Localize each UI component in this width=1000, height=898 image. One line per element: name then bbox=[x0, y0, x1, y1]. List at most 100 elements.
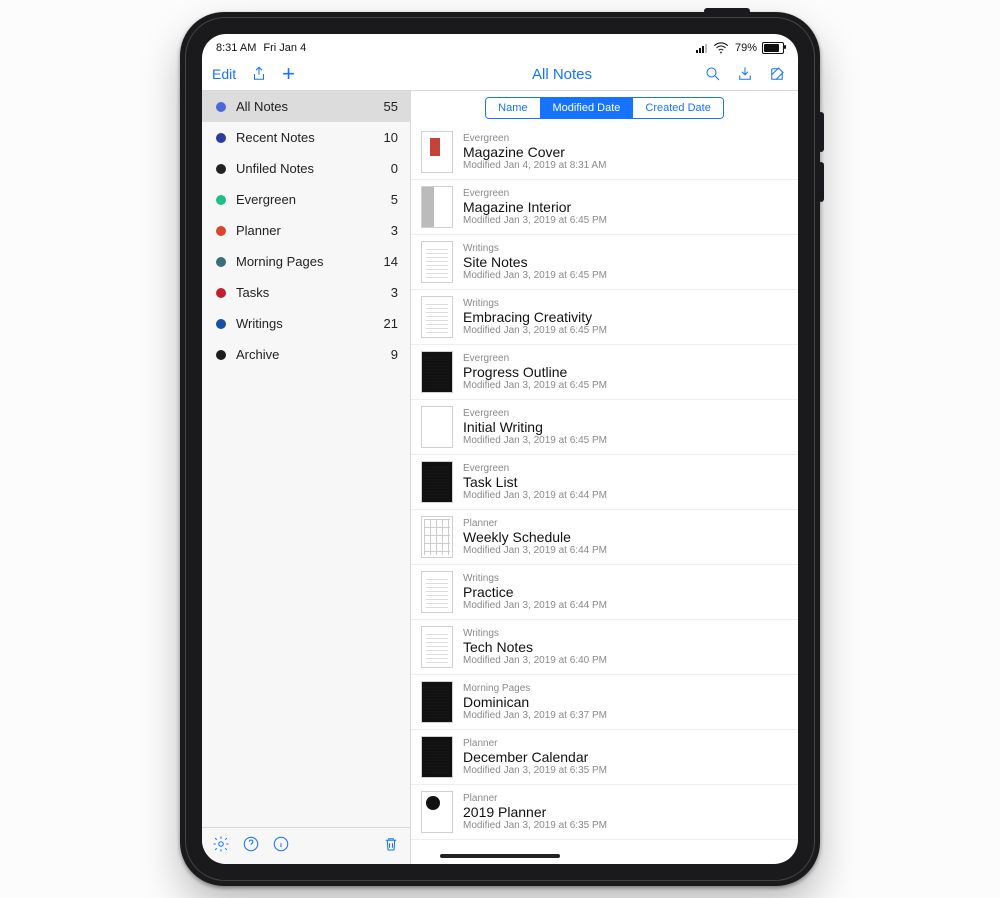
status-time: 8:31 AM bbox=[216, 42, 256, 54]
note-meta: WritingsSite NotesModified Jan 3, 2019 a… bbox=[463, 243, 607, 281]
note-meta: EvergreenMagazine InteriorModified Jan 3… bbox=[463, 188, 607, 226]
note-row[interactable]: EvergreenMagazine CoverModified Jan 4, 2… bbox=[411, 125, 798, 180]
help-icon[interactable] bbox=[242, 835, 260, 858]
sidebar-item[interactable]: Planner3 bbox=[202, 215, 410, 246]
note-title: Dominican bbox=[463, 694, 607, 710]
note-row[interactable]: EvergreenProgress OutlineModified Jan 3,… bbox=[411, 345, 798, 400]
note-thumbnail bbox=[421, 736, 453, 778]
note-meta: WritingsEmbracing CreativityModified Jan… bbox=[463, 298, 607, 336]
screen: 8:31 AM Fri Jan 4 79% Edit bbox=[202, 34, 798, 864]
note-row[interactable]: PlannerWeekly ScheduleModified Jan 3, 20… bbox=[411, 510, 798, 565]
category-dot-icon bbox=[216, 319, 226, 329]
sidebar-item-label: Planner bbox=[236, 223, 391, 238]
sidebar-item-count: 14 bbox=[384, 254, 398, 269]
sidebar-item[interactable]: Archive9 bbox=[202, 339, 410, 370]
note-meta: EvergreenTask ListModified Jan 3, 2019 a… bbox=[463, 463, 607, 501]
note-row[interactable]: WritingsEmbracing CreativityModified Jan… bbox=[411, 290, 798, 345]
sidebar-item-count: 5 bbox=[391, 192, 398, 207]
note-row[interactable]: Planner2019 PlannerModified Jan 3, 2019 … bbox=[411, 785, 798, 840]
sidebar-item[interactable]: Tasks3 bbox=[202, 277, 410, 308]
wifi-icon bbox=[712, 39, 730, 57]
sidebar-item[interactable]: All Notes55 bbox=[202, 91, 410, 122]
sort-by-created[interactable]: Created Date bbox=[632, 98, 722, 118]
info-icon[interactable] bbox=[272, 835, 290, 858]
note-title: Embracing Creativity bbox=[463, 309, 607, 325]
sort-by-modified[interactable]: Modified Date bbox=[540, 98, 633, 118]
note-row[interactable]: EvergreenInitial WritingModified Jan 3, … bbox=[411, 400, 798, 455]
note-category: Evergreen bbox=[463, 353, 607, 364]
note-thumbnail bbox=[421, 791, 453, 833]
category-list: All Notes55Recent Notes10Unfiled Notes0E… bbox=[202, 91, 410, 827]
battery-pct: 79% bbox=[735, 42, 757, 54]
note-modified: Modified Jan 4, 2019 at 8:31 AM bbox=[463, 160, 606, 171]
page-title: All Notes bbox=[420, 66, 704, 83]
note-category: Planner bbox=[463, 793, 607, 804]
cellular-icon bbox=[696, 44, 707, 53]
note-title: Site Notes bbox=[463, 254, 607, 270]
note-row[interactable]: EvergreenTask ListModified Jan 3, 2019 a… bbox=[411, 455, 798, 510]
category-dot-icon bbox=[216, 226, 226, 236]
sidebar-item-count: 3 bbox=[391, 285, 398, 300]
volume-down-button bbox=[818, 162, 824, 202]
note-title: Magazine Interior bbox=[463, 199, 607, 215]
sort-by-name[interactable]: Name bbox=[486, 98, 539, 118]
note-category: Writings bbox=[463, 628, 607, 639]
trash-icon[interactable] bbox=[382, 835, 400, 858]
sidebar-item[interactable]: Morning Pages14 bbox=[202, 246, 410, 277]
note-row[interactable]: EvergreenMagazine InteriorModified Jan 3… bbox=[411, 180, 798, 235]
note-modified: Modified Jan 3, 2019 at 6:45 PM bbox=[463, 215, 607, 226]
note-modified: Modified Jan 3, 2019 at 6:44 PM bbox=[463, 490, 607, 501]
note-category: Evergreen bbox=[463, 463, 607, 474]
note-title: Magazine Cover bbox=[463, 144, 606, 160]
category-dot-icon bbox=[216, 257, 226, 267]
note-thumbnail bbox=[421, 571, 453, 613]
sidebar-item-label: Writings bbox=[236, 316, 384, 331]
share-icon[interactable] bbox=[250, 65, 268, 83]
category-dot-icon bbox=[216, 195, 226, 205]
sidebar-item[interactable]: Evergreen5 bbox=[202, 184, 410, 215]
note-row[interactable]: PlannerDecember CalendarModified Jan 3, … bbox=[411, 730, 798, 785]
note-title: Initial Writing bbox=[463, 419, 607, 435]
note-title: Practice bbox=[463, 584, 607, 600]
note-row[interactable]: Morning PagesDominicanModified Jan 3, 20… bbox=[411, 675, 798, 730]
sidebar-item[interactable]: Writings21 bbox=[202, 308, 410, 339]
volume-up-button bbox=[818, 112, 824, 152]
note-category: Planner bbox=[463, 518, 607, 529]
note-row[interactable]: WritingsSite NotesModified Jan 3, 2019 a… bbox=[411, 235, 798, 290]
note-title: December Calendar bbox=[463, 749, 607, 765]
import-icon[interactable] bbox=[736, 65, 754, 83]
search-icon[interactable] bbox=[704, 65, 722, 83]
note-modified: Modified Jan 3, 2019 at 6:44 PM bbox=[463, 545, 607, 556]
note-modified: Modified Jan 3, 2019 at 6:35 PM bbox=[463, 765, 607, 776]
note-row[interactable]: WritingsPracticeModified Jan 3, 2019 at … bbox=[411, 565, 798, 620]
note-thumbnail bbox=[421, 406, 453, 448]
sidebar-item[interactable]: Unfiled Notes0 bbox=[202, 153, 410, 184]
add-button[interactable]: + bbox=[282, 65, 295, 83]
note-modified: Modified Jan 3, 2019 at 6:45 PM bbox=[463, 270, 607, 281]
sidebar-item-count: 10 bbox=[384, 130, 398, 145]
note-modified: Modified Jan 3, 2019 at 6:35 PM bbox=[463, 820, 607, 831]
compose-icon[interactable] bbox=[768, 65, 786, 83]
note-modified: Modified Jan 3, 2019 at 6:45 PM bbox=[463, 435, 607, 446]
note-category: Evergreen bbox=[463, 188, 607, 199]
category-dot-icon bbox=[216, 164, 226, 174]
sidebar-item-label: Morning Pages bbox=[236, 254, 384, 269]
home-indicator[interactable] bbox=[440, 854, 560, 858]
sidebar-item-label: Evergreen bbox=[236, 192, 391, 207]
note-title: Progress Outline bbox=[463, 364, 607, 380]
toolbar: Edit + All Notes bbox=[202, 58, 798, 91]
note-list[interactable]: Evergreen Magazine CoverModified Jan 4, 2… bbox=[411, 125, 798, 864]
edit-button[interactable]: Edit bbox=[212, 66, 236, 82]
note-category: Evergreen bbox=[463, 408, 607, 419]
sidebar-item-label: Recent Notes bbox=[236, 130, 384, 145]
sidebar-item-label: Tasks bbox=[236, 285, 391, 300]
sidebar-item-count: 21 bbox=[384, 316, 398, 331]
note-title: Weekly Schedule bbox=[463, 529, 607, 545]
note-modified: Modified Jan 3, 2019 at 6:45 PM bbox=[463, 380, 607, 391]
sidebar-item[interactable]: Recent Notes10 bbox=[202, 122, 410, 153]
sidebar-item-count: 55 bbox=[384, 99, 398, 114]
note-thumbnail bbox=[421, 241, 453, 283]
sidebar-item-count: 3 bbox=[391, 223, 398, 238]
note-row[interactable]: WritingsTech NotesModified Jan 3, 2019 a… bbox=[411, 620, 798, 675]
settings-icon[interactable] bbox=[212, 835, 230, 858]
